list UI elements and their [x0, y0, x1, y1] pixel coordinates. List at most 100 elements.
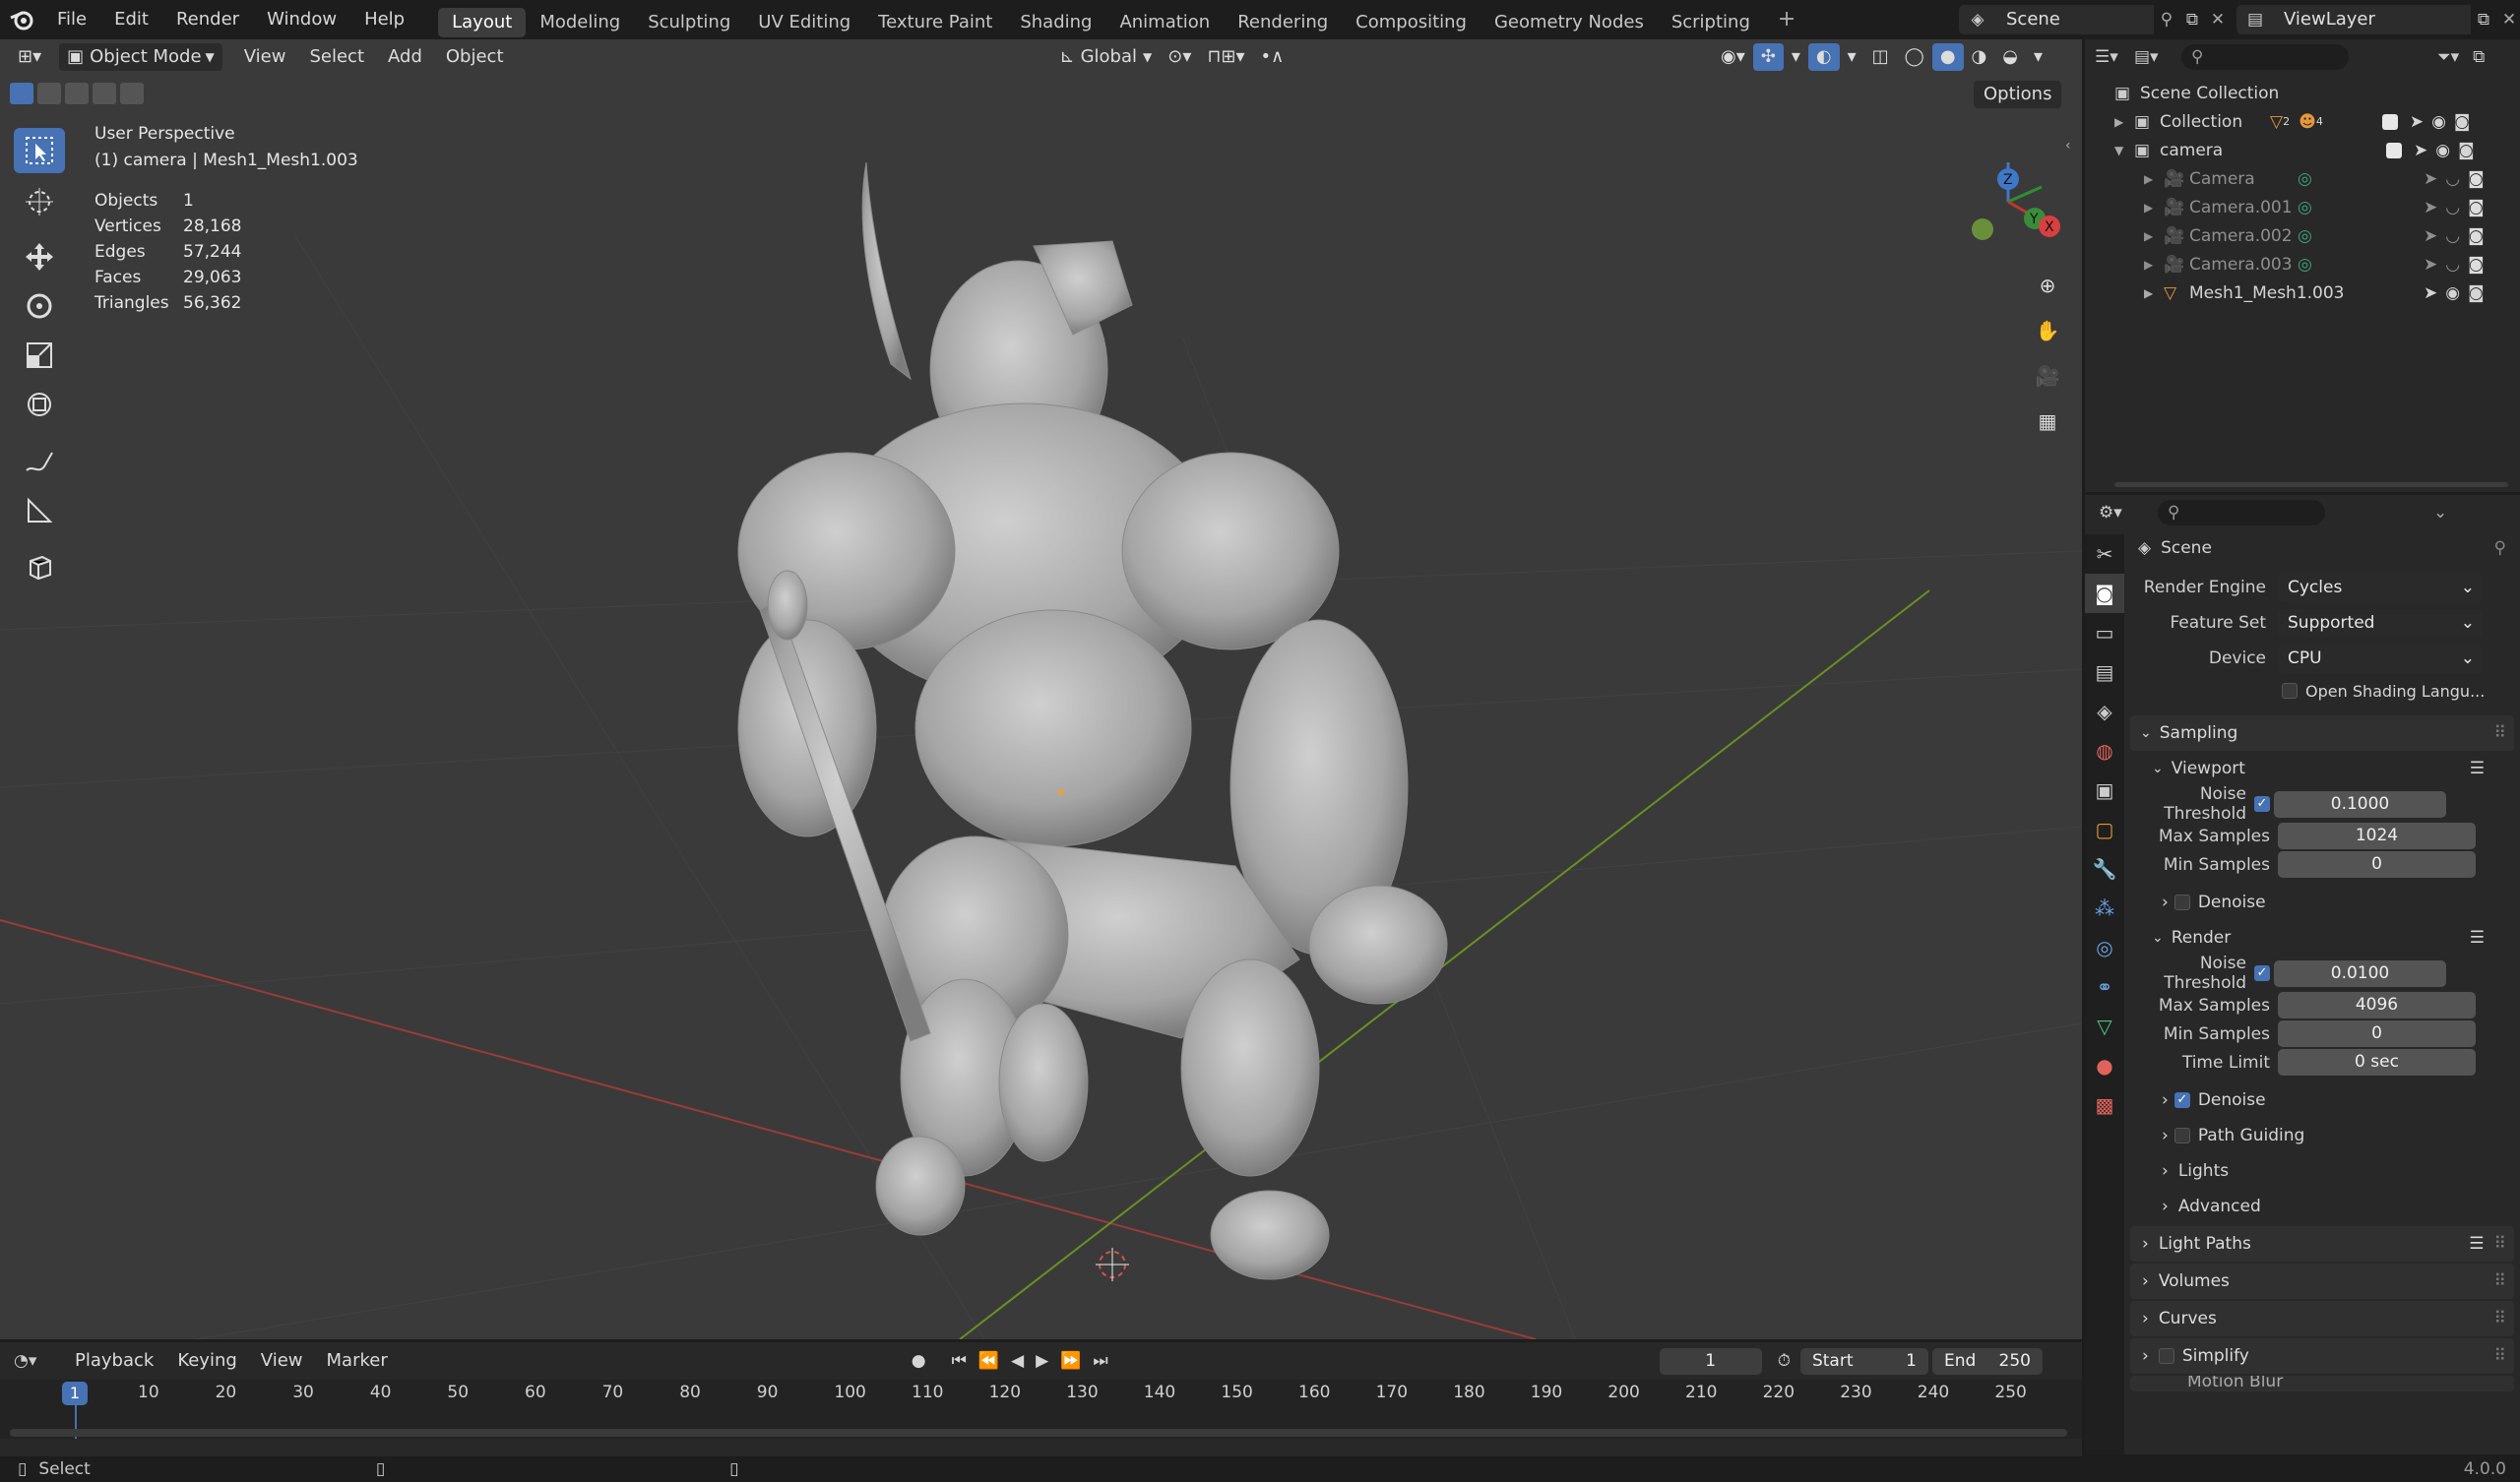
start-frame-field[interactable]: Start 1 — [1799, 1347, 1928, 1375]
mesh-object-row[interactable]: ▶ ▽ Mesh1_Mesh1.003 ➤ ◉ ◙ — [2114, 278, 2520, 307]
render-camera-icon[interactable]: ◙ — [2458, 141, 2475, 160]
expand-arrow-icon[interactable]: ▶ — [2114, 115, 2134, 129]
sidebar-collapse-icon[interactable]: ‹ — [2065, 138, 2071, 154]
shading-dropdown-icon[interactable]: ▾ — [2026, 43, 2050, 71]
move-tool-icon[interactable] — [14, 234, 65, 279]
drag-handle-icon[interactable]: ⠿ — [2494, 1309, 2506, 1328]
sampling-section-header[interactable]: ⌄ Sampling ⠿ — [2130, 715, 2514, 751]
stopwatch-icon[interactable]: ⏱ — [1778, 1351, 1791, 1371]
collapse-icon[interactable]: ⌄ — [2433, 503, 2447, 523]
viewport-min-samples-field[interactable]: 0 — [2278, 851, 2476, 878]
path-guiding-checkbox[interactable] — [2174, 1128, 2190, 1143]
gizmo-dropdown-icon[interactable]: ▾ — [1784, 43, 1808, 71]
presets-icon[interactable]: ☰ — [2469, 1234, 2484, 1254]
editor-type-icon[interactable]: ⊞▾ — [10, 43, 49, 71]
tab-shading[interactable]: Shading — [1006, 8, 1105, 37]
next-keyframe-icon[interactable]: ⏩ — [1060, 1351, 1081, 1371]
exclude-checkbox[interactable] — [2386, 142, 2402, 158]
outliner-scrollbar[interactable] — [2114, 482, 2508, 487]
tab-texture-paint[interactable]: Texture Paint — [864, 8, 1006, 37]
data-tab-icon[interactable]: ▽ — [2085, 1007, 2124, 1046]
render-subsection-header[interactable]: ⌄ Render ☰ — [2130, 920, 2514, 956]
exclude-checkbox[interactable] — [2381, 113, 2398, 130]
output-tab-icon[interactable]: ▭ — [2085, 613, 2124, 652]
measure-tool-icon[interactable] — [14, 488, 65, 533]
menu-file[interactable]: File — [43, 0, 100, 39]
eye-icon[interactable]: ◉ — [2431, 112, 2446, 132]
overlay-toggle-icon[interactable]: ◐ — [1807, 43, 1840, 71]
view-layer-field[interactable]: ViewLayer — [2274, 5, 2471, 34]
play-reverse-icon[interactable]: ◀ — [1011, 1351, 1024, 1371]
expand-arrow-icon[interactable]: ▶ — [2144, 172, 2164, 186]
render-camera-icon[interactable]: ◙ — [2468, 283, 2485, 303]
viewport-denoise-checkbox[interactable] — [2174, 895, 2190, 910]
render-noise-field[interactable]: 0.0100 — [2274, 959, 2446, 987]
jump-end-icon[interactable]: ⏭ — [1093, 1351, 1107, 1371]
curves-section-header[interactable]: › Curves ⠿ — [2130, 1301, 2514, 1336]
selectable-icon[interactable]: ➤ — [2410, 112, 2424, 132]
transform-orientation-dropdown[interactable]: ⊾ Global ▼ — [1052, 43, 1161, 71]
selectable-icon[interactable]: ➤ — [2424, 255, 2437, 275]
expand-arrow-icon[interactable]: ▶ — [2144, 258, 2164, 272]
expand-arrow-icon[interactable]: ▶ — [2144, 201, 2164, 215]
options-button[interactable]: Options — [1974, 81, 2062, 108]
scale-tool-icon[interactable] — [14, 333, 65, 378]
lights-subsection[interactable]: › Lights — [2130, 1153, 2514, 1189]
timeline-track[interactable]: 10 20 30 40 50 60 70 80 90 100 110 120 130 140 150 160 1… — [0, 1380, 2082, 1439]
tab-scripting[interactable]: Scripting — [1658, 8, 1764, 37]
render-max-samples-field[interactable]: 4096 — [2278, 992, 2476, 1019]
feature-set-dropdown[interactable]: Supported ⌄ — [2278, 608, 2483, 638]
time-limit-field[interactable]: 0 sec — [2278, 1049, 2476, 1076]
particles-tab-icon[interactable]: ⁂ — [2085, 889, 2124, 928]
selectable-icon[interactable]: ➤ — [2424, 198, 2437, 217]
menu-render[interactable]: Render — [162, 0, 253, 39]
viewport-menu-select[interactable]: Select — [297, 43, 376, 71]
render-camera-icon[interactable]: ◙ — [2468, 226, 2485, 246]
xray-icon[interactable]: ◫ — [1864, 43, 1897, 71]
pivot-point-icon[interactable]: ⊙▾ — [1160, 43, 1199, 71]
render-denoise-checkbox[interactable]: ✓ — [2174, 1092, 2190, 1108]
camera-collection-row[interactable]: ▼ ▣ camera ➤ ◉ ◙ — [2114, 136, 2520, 164]
jump-start-icon[interactable]: ⏮ — [952, 1351, 967, 1371]
play-icon[interactable]: ▶ — [1036, 1351, 1048, 1371]
collapse-arrow-icon[interactable]: ▼ — [2114, 144, 2134, 157]
tab-rendering[interactable]: Rendering — [1224, 8, 1342, 37]
select-extend-icon[interactable] — [37, 83, 61, 104]
tab-geometry-nodes[interactable]: Geometry Nodes — [1480, 8, 1658, 37]
volumes-section-header[interactable]: › Volumes ⠿ — [2130, 1264, 2514, 1299]
new-view-layer-icon[interactable]: ⧉ — [2471, 10, 2496, 30]
render-denoise-row[interactable]: › ✓ Denoise — [2130, 1082, 2514, 1118]
motion-blur-section-header[interactable]: Motion Blur — [2130, 1376, 2514, 1391]
camera-object-row[interactable]: ▶ 🎥 Camera.002 ◎ ➤ ◡ ◙ — [2114, 221, 2520, 250]
expand-arrow-icon[interactable]: ▶ — [2144, 229, 2164, 243]
timeline-scrollbar[interactable] — [10, 1429, 2067, 1437]
scene-name-field[interactable]: Scene — [1996, 5, 2154, 34]
editor-type-icon[interactable]: ☰▾ — [2095, 47, 2134, 67]
hidden-eye-icon[interactable]: ◡ — [2445, 226, 2460, 246]
editor-type-icon[interactable]: ◔▾ — [14, 1351, 63, 1371]
camera-view-icon[interactable]: 🎥 — [2028, 356, 2067, 396]
material-shading-icon[interactable]: ◑ — [1964, 43, 1995, 71]
gizmo-toggle-icon[interactable]: ✣ — [1752, 43, 1784, 71]
texture-tab-icon[interactable]: ▩ — [2085, 1085, 2124, 1125]
selectable-icon[interactable]: ➤ — [2424, 226, 2437, 246]
camera-object-row[interactable]: ▶ 🎥 Camera.003 ◎ ➤ ◡ ◙ — [2114, 250, 2520, 278]
hidden-eye-icon[interactable]: ◡ — [2445, 255, 2460, 275]
tab-animation[interactable]: Animation — [1105, 8, 1224, 37]
drag-handle-icon[interactable]: ⠿ — [2494, 723, 2506, 743]
viewport-subsection-header[interactable]: ⌄ Viewport ☰ — [2130, 751, 2514, 786]
collection-row[interactable]: ▶ ▣ Collection ▽ 2 ☻ 4 ➤ ◉ ◙ — [2114, 107, 2520, 136]
selectable-icon[interactable]: ➤ — [2414, 141, 2427, 160]
selectable-icon[interactable]: ➤ — [2424, 169, 2437, 189]
select-subtract-icon[interactable] — [65, 83, 89, 104]
simplify-checkbox[interactable] — [2158, 1348, 2174, 1364]
tab-sculpting[interactable]: Sculpting — [634, 8, 744, 37]
snap-icon[interactable]: ⊓⊞▾ — [1199, 43, 1252, 71]
annotate-tool-icon[interactable] — [14, 439, 65, 484]
menu-window[interactable]: Window — [253, 0, 350, 39]
filter-icon[interactable]: ⏷▾ — [2437, 47, 2459, 67]
3d-viewport[interactable]: ⊞▾ ▣ Object Mode ▼ View Select Add Object ⊾… — [0, 39, 2082, 1339]
record-icon[interactable]: ● — [912, 1351, 926, 1371]
solid-shading-icon[interactable]: ● — [1931, 43, 1964, 71]
editor-type-icon[interactable]: ⚙▾ — [2099, 503, 2158, 523]
